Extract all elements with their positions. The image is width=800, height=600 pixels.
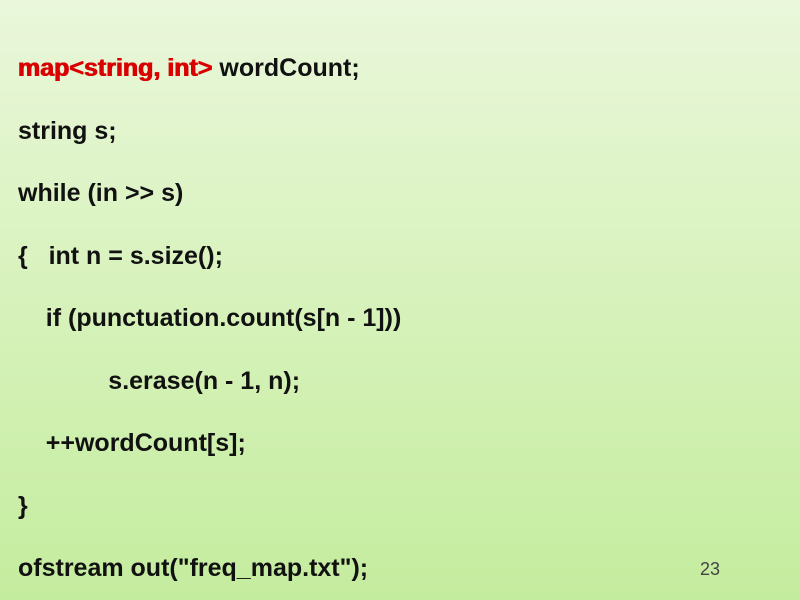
code-line-08: } — [18, 491, 782, 522]
code-line-06: s.erase(n - 1, n); — [18, 366, 782, 397]
code-line-04: { int n = s.size(); — [18, 241, 782, 272]
code-slide: map<string, int> wordCount; string s; wh… — [0, 0, 800, 600]
page-number: 23 — [700, 558, 720, 581]
code-line-07: ++wordCount[s]; — [18, 428, 782, 459]
code-line-02: string s; — [18, 116, 782, 147]
map-type-highlight: map<string, int> — [18, 54, 212, 82]
code-line-01: map<string, int> wordCount; — [18, 53, 782, 84]
code-line-09: ofstream out("freq_map.txt"); — [18, 553, 782, 584]
code-line-05: if (punctuation.count(s[n - 1])) — [18, 303, 782, 334]
wordcount-decl: wordCount; — [212, 54, 359, 82]
code-line-03: while (in >> s) — [18, 178, 782, 209]
